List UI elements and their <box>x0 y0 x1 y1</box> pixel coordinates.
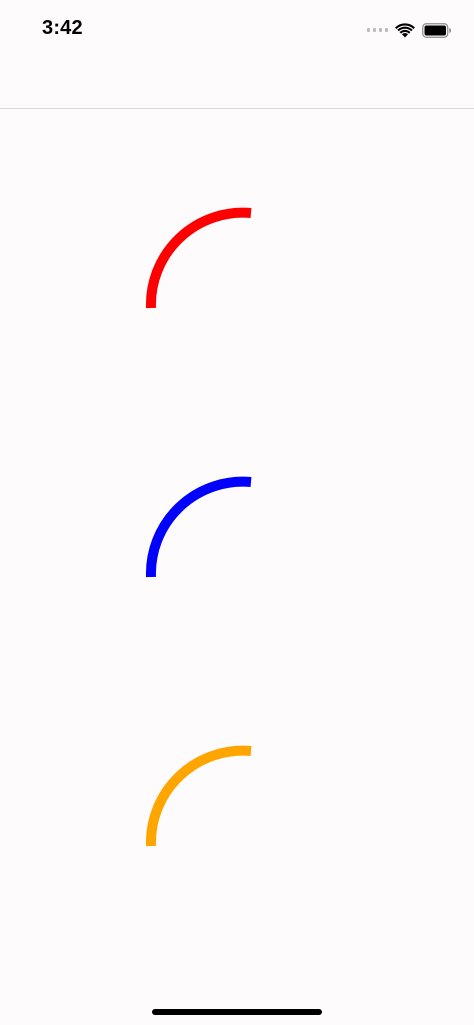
spinner-arc <box>145 476 252 578</box>
status-bar: 3:42 <box>0 0 474 60</box>
navigation-bar <box>0 60 474 109</box>
status-icons <box>367 20 452 40</box>
home-indicator[interactable] <box>152 1009 322 1015</box>
status-time: 3:42 <box>42 17 83 39</box>
cellular-signal-icon <box>367 28 388 32</box>
activity-spinner-blue <box>145 476 252 578</box>
wifi-icon <box>395 23 415 38</box>
content-area <box>0 109 474 1025</box>
spinner-arc <box>145 207 252 309</box>
battery-icon <box>422 22 451 38</box>
activity-spinner-red <box>145 207 252 309</box>
activity-spinner-orange <box>145 745 252 847</box>
spinner-arc <box>145 745 252 847</box>
